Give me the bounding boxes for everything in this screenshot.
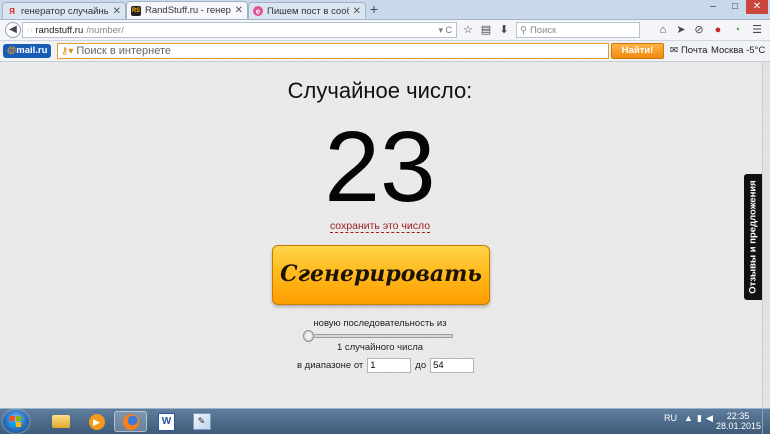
new-tab-button[interactable]: + — [366, 2, 382, 17]
globe-icon: ◌ — [27, 25, 33, 35]
maximize-icon[interactable]: □ — [724, 0, 746, 14]
paint-taskbar-button[interactable]: ✎ — [185, 411, 218, 432]
mailru-logo[interactable]: @mail.ru — [3, 44, 52, 58]
sequence-label: новую последовательность из — [313, 318, 447, 329]
mail-link[interactable]: ✉ Почта — [670, 45, 707, 56]
explorer-taskbar-button[interactable] — [44, 411, 77, 432]
key-icon: ⚷▾ — [61, 45, 74, 57]
range-from-label: в диапазоне от — [297, 360, 364, 371]
tab-title: RandStuff.ru - генератор с... — [145, 5, 231, 16]
page-content: Случайное число: 23 сохранить это число … — [0, 62, 770, 408]
page-title: Случайное число: — [287, 78, 473, 103]
language-indicator[interactable]: RU — [664, 413, 677, 423]
mailru-toolbar: @mail.ru ⚷▾ Поиск в интернете Найти! ✉ П… — [0, 41, 770, 62]
system-clock[interactable]: 22:35 28.01.2015 — [716, 411, 762, 431]
range-row: в диапазоне от до — [297, 358, 475, 373]
paint-icon: ✎ — [192, 413, 211, 430]
menu-icon[interactable]: ☰ — [750, 23, 764, 37]
range-to-label: до — [415, 360, 427, 371]
tab-strip: Я генератор случайных чис... ✕ RS RandSt… — [0, 0, 770, 20]
clock-time: 22:35 — [726, 411, 750, 421]
yandex-favicon-icon: Я — [9, 6, 15, 16]
count-label: 1 случайного числа — [336, 342, 424, 353]
randstuff-favicon-icon: RS — [131, 5, 141, 16]
bookmarks-list-icon[interactable]: ▤ — [479, 23, 493, 37]
tab-close-icon[interactable]: ✕ — [113, 6, 121, 17]
tab-title: генератор случайных чис... — [21, 5, 109, 17]
slider-track — [303, 334, 453, 338]
tray-expand-icon[interactable]: ▲ — [684, 413, 693, 423]
random-number: 23 — [324, 111, 436, 223]
feedback-tab[interactable]: Отзывы и предложения — [744, 174, 762, 300]
close-window-icon[interactable]: ✕ — [746, 0, 768, 14]
mailru-search-placeholder: Поиск в интернете — [76, 45, 172, 57]
envelope-icon: ✉ — [670, 45, 678, 56]
sync-icon[interactable]: ◔ — [730, 23, 744, 37]
tab-randstuff[interactable]: RS RandStuff.ru - генератор с... ✕ — [126, 1, 248, 19]
generate-button[interactable]: Сгенерировать — [272, 245, 490, 305]
send-icon[interactable]: ➤ — [674, 23, 688, 37]
tab-close-icon[interactable]: ✕ — [235, 5, 243, 16]
search-icon: ⚲ — [520, 24, 527, 36]
windows-taskbar: ▶ W ✎ RU ▲ ▮ ◀ 22:35 28.01.2015 — [0, 408, 770, 434]
show-desktop-button[interactable] — [762, 409, 770, 434]
folder-icon — [51, 415, 70, 428]
weather-label: Москва -5°C — [711, 45, 766, 56]
tab-write-post[interactable]: e Пишем пост в сообщество ✕ — [248, 2, 366, 19]
adblock-icon[interactable]: ● — [711, 23, 725, 37]
network-icon[interactable]: ▮ — [697, 413, 702, 424]
save-number-row: сохранить это число — [0, 220, 760, 233]
minimize-icon[interactable]: – — [702, 0, 724, 14]
tab-random-generator[interactable]: Я генератор случайных чис... ✕ — [2, 2, 126, 19]
tab-title: Пишем пост в сообщество — [267, 5, 349, 17]
navigation-bar: ◀ ◌ randstuff.ru/number/ ▾ C ☆ ▤ ⬇ ⚲ Пои… — [0, 20, 770, 41]
logo-suffix: .ru — [35, 45, 48, 56]
weather-widget[interactable]: Москва -5°C — [711, 45, 765, 56]
save-number-link[interactable]: сохранить это число — [329, 220, 431, 233]
mail-label: Почта — [680, 45, 708, 56]
word-icon: W — [158, 412, 175, 431]
download-icon[interactable]: ⬇ — [497, 23, 511, 37]
slider-thumb[interactable] — [303, 330, 314, 342]
search-placeholder: Поиск — [529, 24, 557, 36]
mailru-search-input[interactable]: ⚷▾ Поиск в интернете — [57, 43, 609, 59]
range-from-input[interactable] — [367, 358, 412, 373]
play-icon: ▶ — [88, 413, 105, 430]
community-favicon-icon: e — [253, 6, 263, 16]
firefox-icon — [122, 413, 139, 430]
page-scrollbar[interactable] — [762, 62, 770, 408]
media-player-taskbar-button[interactable]: ▶ — [80, 411, 113, 432]
start-button[interactable] — [3, 410, 29, 433]
address-bar[interactable]: ◌ randstuff.ru/number/ ▾ C — [22, 22, 457, 38]
logo-text: mail — [16, 45, 36, 56]
find-button[interactable]: Найти! — [611, 43, 664, 59]
range-to-input[interactable] — [430, 358, 475, 373]
count-slider[interactable] — [303, 330, 453, 342]
tab-close-icon[interactable]: ✕ — [353, 6, 361, 17]
url-path: /number/ — [86, 24, 124, 36]
word-taskbar-button[interactable]: W — [150, 411, 183, 432]
firefox-taskbar-button[interactable] — [114, 411, 147, 432]
reload-icon[interactable]: ▾ C — [438, 25, 456, 36]
home-icon[interactable]: ⌂ — [656, 23, 670, 37]
back-arrow-icon[interactable]: ◀ — [5, 22, 21, 38]
bookmark-star-icon[interactable]: ☆ — [461, 23, 475, 37]
clock-date: 28.01.2015 — [716, 421, 762, 431]
feedback-label: Отзывы и предложения — [747, 180, 759, 294]
url-host: randstuff.ru — [35, 24, 84, 36]
volume-icon[interactable]: ◀ — [706, 413, 713, 424]
extension-icon[interactable]: ⊘ — [692, 23, 706, 37]
search-input[interactable]: ⚲ Поиск — [516, 22, 640, 38]
